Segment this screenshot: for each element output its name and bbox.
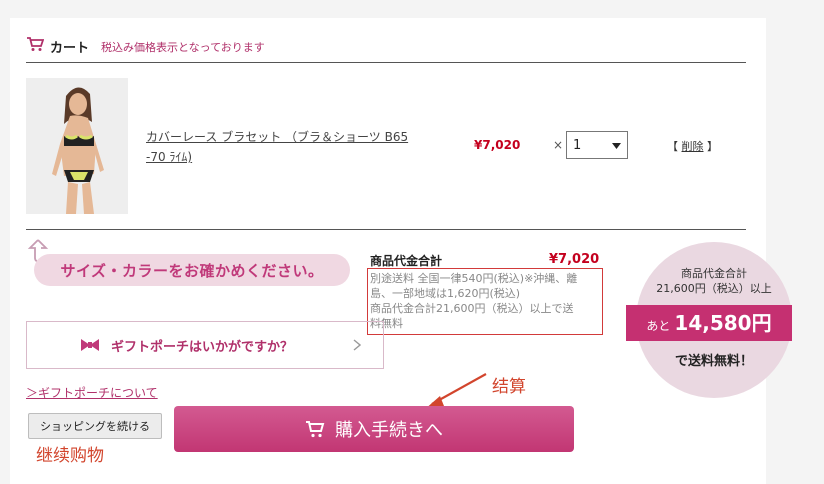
continue-shopping-button[interactable]: ショッピングを続ける — [28, 413, 162, 439]
ribbon-icon — [79, 337, 101, 353]
bracket-open: 【 — [667, 140, 678, 153]
gift-pouch-info-link[interactable]: ＞ギフトポーチについて — [26, 384, 158, 401]
free-shipping-line2: 21,600円（税込）以上 — [656, 282, 772, 295]
divider — [26, 229, 746, 230]
shipping-line: 料無料 — [370, 317, 403, 330]
shipping-line: 別途送料 全国一律540円(税込)※沖縄、離 — [370, 272, 578, 285]
product-image[interactable] — [26, 78, 128, 214]
cart-header: カート 税込み価格表示となっております — [26, 37, 265, 56]
checkout-button[interactable]: 購入手続きへ — [174, 406, 574, 452]
shipping-line: 商品代金合計21,600円（税込）以上で送 — [370, 302, 574, 315]
product-name-link[interactable]: カバーレース ブラセット （ブラ＆ショーツ B65 -70 ﾗｲﾑ) — [146, 127, 416, 167]
free-shipping-text: 商品代金合計 21,600円（税込）以上 — [636, 266, 792, 296]
remaining-amount-banner: あと 14,580円 — [626, 305, 792, 341]
remaining-prefix: あと — [646, 319, 671, 333]
checkout-label: 購入手続きへ — [335, 420, 443, 441]
divider — [26, 62, 746, 63]
cart-icon — [26, 37, 45, 56]
item-price: ¥7,020 — [474, 138, 521, 152]
free-shipping-line1: 商品代金合計 — [681, 267, 747, 280]
continue-annotation: 继续购物 — [36, 446, 104, 466]
gift-pouch-label: ギフトポーチはいかがですか？ — [111, 339, 294, 355]
chevron-right-icon — [353, 339, 361, 351]
remaining-amount: 14,580円 — [674, 311, 772, 335]
size-notice: サイズ・カラーをお確かめください。 — [34, 254, 350, 286]
shipping-note: 別途送料 全国一律540円(税込)※沖縄、離 島、一部地域は1,620円(税込)… — [370, 271, 577, 331]
cart-title: カート — [50, 41, 90, 56]
times-sign: × — [553, 138, 564, 152]
free-shipping-suffix: で送料無料！ — [674, 354, 753, 369]
checkout-annotation: 结算 — [492, 377, 526, 397]
bracket-close: 】 — [707, 140, 718, 153]
chevron-down-icon — [612, 138, 621, 153]
summary-label: 商品代金合計 — [370, 254, 443, 268]
delete-link[interactable]: 削除 — [682, 140, 704, 153]
gift-pouch-button[interactable]: ギフトポーチはいかがですか？ — [26, 321, 384, 369]
tax-note: 税込み価格表示となっております — [101, 40, 265, 54]
cart-icon — [305, 420, 325, 438]
quantity-value: 1 — [573, 137, 582, 153]
summary-value: ¥7,020 — [549, 252, 600, 267]
shipping-line: 島、一部地域は1,620円(税込) — [370, 287, 521, 300]
delete-control: 【 削除 】 — [667, 138, 718, 154]
quantity-select[interactable]: 1 — [566, 131, 628, 159]
